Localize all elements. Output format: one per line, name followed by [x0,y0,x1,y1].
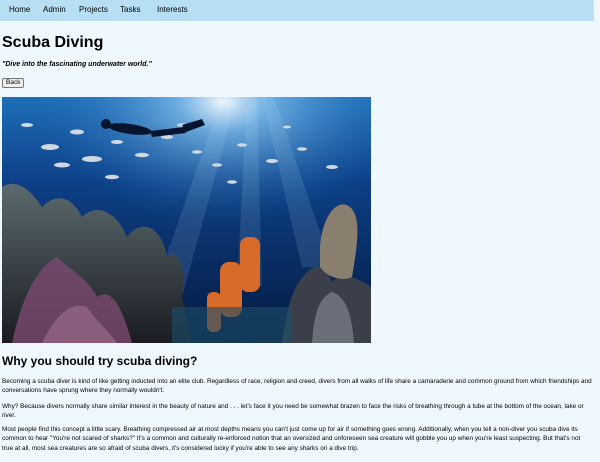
nav-projects-link[interactable]: Projects [79,5,108,15]
article-paragraph-3: Most people find this concept a little s… [2,426,581,452]
scuba-diving-photo [2,97,371,343]
page-tagline: "Dive into the fascinating underwater wo… [2,61,152,68]
nav-tasks-link[interactable]: Tasks [120,5,140,15]
back-button[interactable]: Back [2,78,25,88]
page: Home Admin Projects Tasks Interests Scub… [0,0,600,462]
nav-admin-link[interactable]: Admin [43,5,66,15]
article-paragraph-2: Why? Because divers normally share simil… [2,403,584,420]
nav-interests-link[interactable]: Interests [157,5,188,15]
article-heading: Why you should try scuba diving? [2,354,198,368]
top-navbar: Home Admin Projects Tasks Interests [0,0,594,21]
nav-home-link[interactable]: Home [9,5,30,15]
article-paragraph-1: Becoming a scuba diver is kind of like g… [2,378,592,395]
page-title: Scuba Diving [2,34,104,51]
